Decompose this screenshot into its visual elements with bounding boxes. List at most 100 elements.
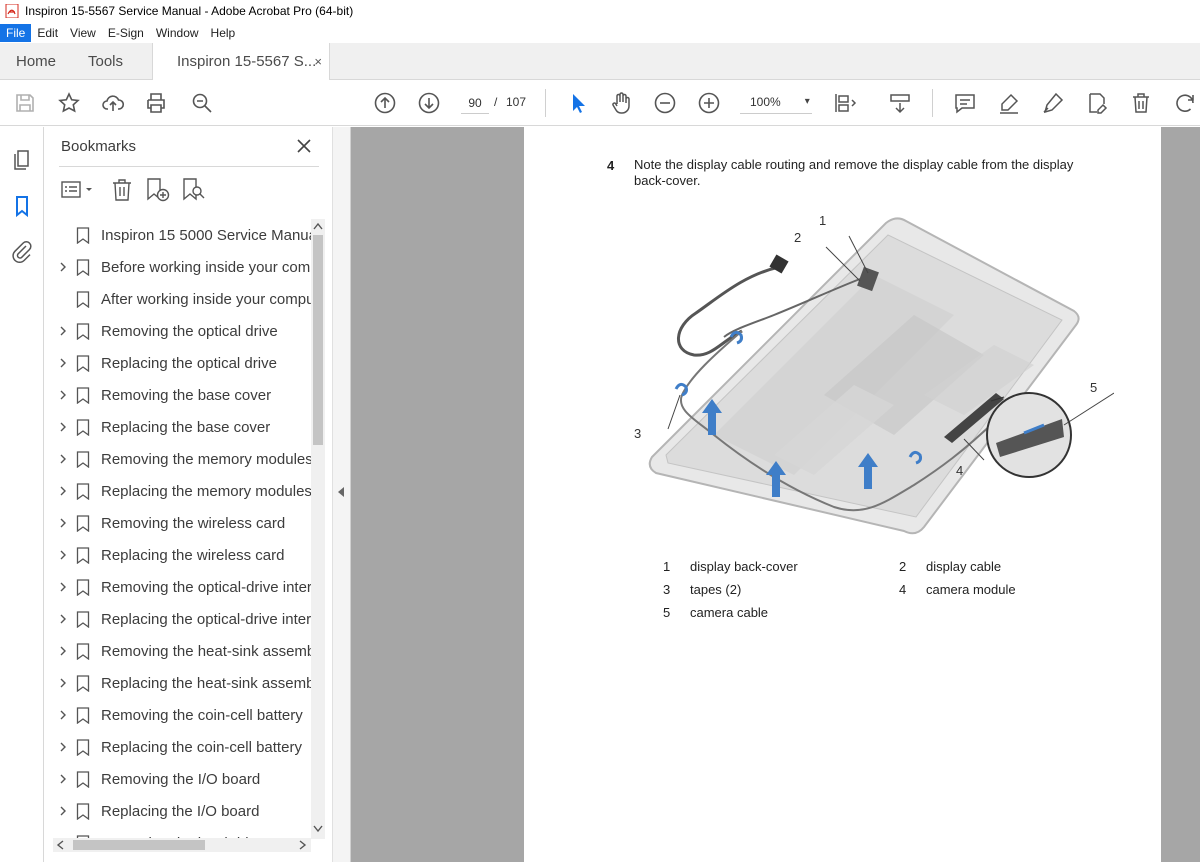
legend-num: 3 [663,582,671,597]
bookmarks-panel: Bookmarks Inspiron 15 5000 Service Manua… [45,127,332,862]
legend-label: camera cable [690,605,769,620]
options-menu-button[interactable] [61,177,95,203]
bookmark-icon [76,610,90,628]
bookmark-item[interactable]: Removing the optical drive [45,315,311,347]
zoom-search-icon[interactable] [189,90,215,116]
menu-help[interactable]: Help [205,24,242,42]
bookmark-item[interactable]: Replacing the wireless card [45,539,311,571]
callout-4: 4 [956,463,964,478]
toolbar-divider [545,89,546,117]
bookmark-item[interactable]: Removing the coin-cell battery [45,699,311,731]
tab-document-label: Inspiron 15-5567 S... [177,53,317,70]
menu-esign[interactable]: E-Sign [102,24,150,42]
bookmark-item[interactable]: Removing the base cover [45,379,311,411]
chevron-right-icon[interactable] [57,357,69,369]
select-cursor-icon[interactable] [565,90,591,116]
bookmark-item[interactable]: Replacing the coin-cell battery [45,731,311,763]
chevron-right-icon[interactable] [57,645,69,657]
sign-pen-icon[interactable] [1040,90,1066,116]
menu-file[interactable]: File [0,23,32,42]
chevron-right-icon[interactable] [57,517,69,529]
page-up-icon[interactable] [372,90,398,116]
find-bookmark-button[interactable] [181,177,207,203]
bookmark-label: Removing the wireless card [101,514,286,532]
bookmark-item[interactable]: Inspiron 15 5000 Service Manual [45,219,311,251]
scroll-mode-icon[interactable] [887,90,913,116]
chevron-right-icon[interactable] [57,389,69,401]
upload-cloud-icon[interactable] [100,90,126,116]
tab-tools[interactable]: Tools [88,43,123,80]
page-number-input[interactable] [461,92,489,114]
bookmark-item[interactable]: Replacing the base cover [45,411,311,443]
divider [59,166,319,167]
zoom-in-icon[interactable] [696,90,722,116]
tab-home[interactable]: Home [16,43,56,80]
scroll-right-icon[interactable] [299,840,307,850]
panel-collapse-handle[interactable] [332,127,351,862]
bookmark-icon [76,450,90,468]
delete-bookmark-button[interactable] [111,177,133,203]
bookmark-item[interactable]: Removing the I/O board [45,763,311,795]
chevron-right-icon[interactable] [57,773,69,785]
print-icon[interactable] [143,90,169,116]
comment-icon[interactable] [952,90,978,116]
bookmark-item[interactable]: Replacing the memory modules [45,475,311,507]
scroll-up-icon[interactable] [313,222,323,230]
rotate-icon[interactable] [1172,90,1198,116]
page-thumbnails-icon[interactable] [10,148,34,172]
horizontal-scrollbar[interactable] [53,838,311,852]
page-down-icon[interactable] [416,90,442,116]
hand-icon[interactable] [608,90,634,116]
chevron-right-icon[interactable] [57,805,69,817]
menu-edit[interactable]: Edit [31,24,64,42]
bookmark-icon [76,418,90,436]
close-icon[interactable]: × [314,43,322,80]
chevron-right-icon[interactable] [57,549,69,561]
zoom-dropdown[interactable]: 100% ▾ [740,90,812,114]
delete-icon[interactable] [1128,90,1154,116]
attachment-icon[interactable] [10,240,34,264]
bookmark-item[interactable]: Replacing the I/O board [45,795,311,827]
page-display-icon[interactable] [832,90,858,116]
chevron-right-icon[interactable] [57,581,69,593]
tab-document[interactable]: Inspiron 15-5567 S... × [152,43,330,80]
highlight-pen-icon[interactable] [996,90,1022,116]
chevron-right-icon[interactable] [57,613,69,625]
scrollbar-thumb[interactable] [313,235,323,445]
bookmark-item[interactable]: Removing the optical-drive interposer [45,571,311,603]
chevron-right-icon[interactable] [57,261,69,273]
bookmark-item[interactable]: After working inside your computer [45,283,311,315]
bookmark-item[interactable]: Removing the wireless card [45,507,311,539]
title-bar: Inspiron 15-5567 Service Manual - Adobe … [0,0,1200,22]
vertical-scrollbar[interactable] [311,219,325,839]
zoom-out-icon[interactable] [652,90,678,116]
bookmark-item[interactable]: Removing the heat-sink assembly [45,635,311,667]
chevron-right-icon[interactable] [57,453,69,465]
bookmark-panel-icon[interactable] [10,194,34,218]
close-icon[interactable] [295,137,313,155]
star-icon[interactable] [56,90,82,116]
bookmark-item[interactable]: Removing the memory modules [45,443,311,475]
edit-pdf-icon[interactable] [1084,90,1110,116]
scroll-left-icon[interactable] [56,840,64,850]
chevron-right-icon[interactable] [57,709,69,721]
menu-view[interactable]: View [64,24,102,42]
bookmark-item[interactable]: Replacing the optical drive [45,347,311,379]
chevron-right-icon[interactable] [57,741,69,753]
legend-label: tapes (2) [690,582,742,597]
page-total: 107 [506,95,527,109]
scroll-down-icon[interactable] [313,825,323,833]
menu-window[interactable]: Window [150,24,205,42]
chevron-right-icon[interactable] [57,677,69,689]
bookmark-item[interactable]: Replacing the optical-drive interposer [45,603,311,635]
bookmark-item[interactable]: Before working inside your computer [45,251,311,283]
scrollbar-thumb[interactable] [73,840,205,850]
new-bookmark-button[interactable] [145,177,171,203]
chevron-right-icon[interactable] [57,421,69,433]
chevron-right-icon[interactable] [57,325,69,337]
legend-label: display back-cover [690,559,798,574]
chevron-right-icon[interactable] [57,485,69,497]
document-viewport[interactable]: 4 Note the display cable routing and rem… [351,127,1200,862]
save-icon[interactable] [12,90,38,116]
bookmark-item[interactable]: Replacing the heat-sink assembly [45,667,311,699]
